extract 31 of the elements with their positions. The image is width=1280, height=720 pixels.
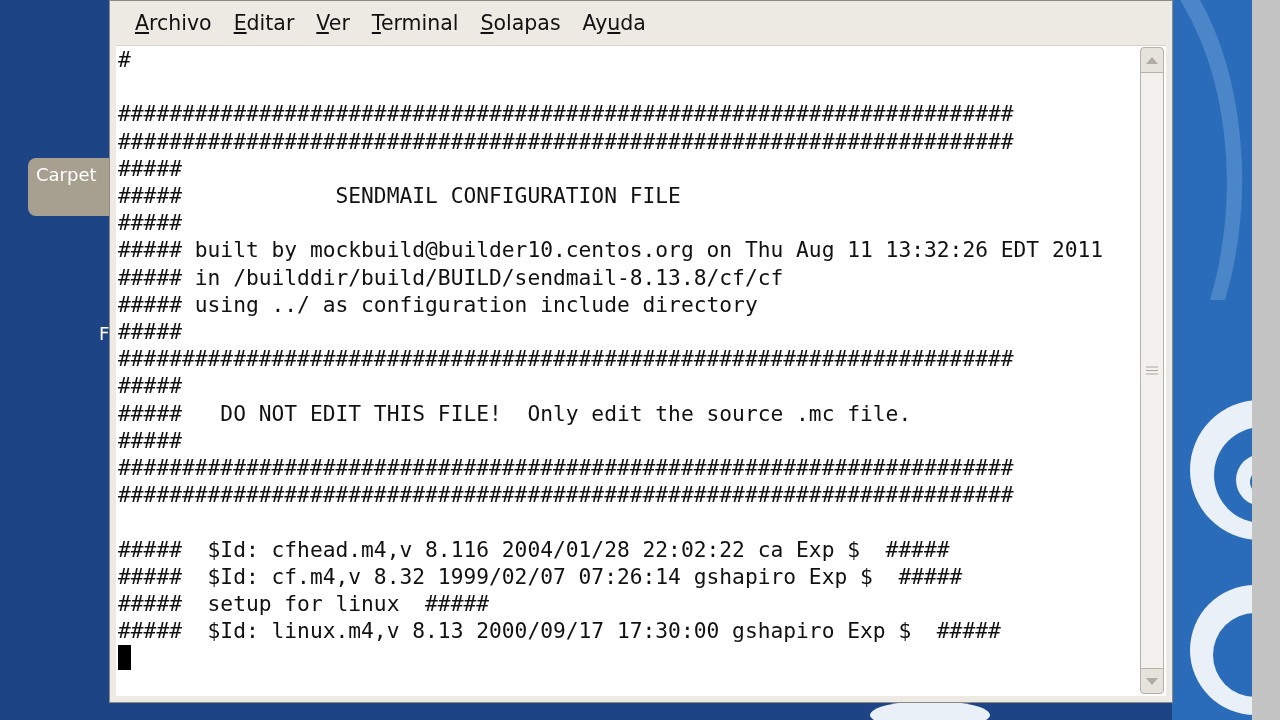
terminal-line: ##### $Id: cfhead.m4,v 8.116 2004/01/28 22:02:22 ca Exp $ ##### — [118, 535, 950, 563]
menu-item[interactable]: Ayuda — [571, 7, 657, 39]
terminal-line: ##### — [118, 154, 182, 182]
terminal-line: ##### in /builddir/build/BUILD/sendmail-8.13.8/cf/cf — [118, 263, 784, 291]
terminal-line: ##### SENDMAIL CONFIGURATION FILE — [118, 182, 681, 210]
menu-item[interactable]: Ver — [305, 7, 361, 39]
menu-item[interactable]: Solapas — [469, 7, 572, 39]
terminal-line: ##### setup for linux ##### — [118, 590, 489, 618]
scroll-down-icon — [1146, 677, 1158, 685]
terminal-line: ###################################################################### — [118, 345, 1014, 373]
menu-item[interactable]: Editar — [222, 7, 306, 39]
terminal-line: ##### DO NOT EDIT THIS FILE! Only edit the source .mc file. — [118, 399, 912, 427]
terminal-line: ##### $Id: cf.m4,v 8.32 1999/02/07 07:26:14 gshapiro Exp $ ##### — [118, 562, 963, 591]
terminal-line: ###################################################################### — [118, 481, 1014, 509]
terminal-line: ###################################################################### — [118, 454, 1014, 482]
menu-item[interactable]: Terminal — [360, 7, 470, 39]
terminal-line: ###################################################################### — [118, 127, 1014, 155]
terminal-line: ##### $Id: linux.m4,v 8.13 2000/09/17 17:30:00 gshapiro Exp $ ##### — [118, 617, 1001, 645]
terminal-line: ##### — [118, 209, 182, 237]
grip-icon — [1146, 366, 1158, 375]
terminal-line: # — [118, 46, 131, 74]
terminal-line: ##### — [118, 426, 182, 455]
scroll-up-icon — [1146, 56, 1158, 64]
terminal-line: ##### — [118, 372, 182, 400]
terminal-line: ###################################################################### — [118, 100, 1014, 128]
icon-label[interactable]: F — [99, 320, 110, 347]
menu-item[interactable]: Archivo — [124, 7, 223, 39]
terminal-line: ##### — [118, 318, 182, 346]
terminal-line: ##### using ../ as configuration include directory — [118, 290, 758, 318]
terminal-line: ##### built by mockbuild@builder10.centos.org on Thu Aug 11 13:32:26 EDT 2011 — [118, 236, 1104, 264]
scrollbar[interactable] — [1140, 47, 1164, 694]
